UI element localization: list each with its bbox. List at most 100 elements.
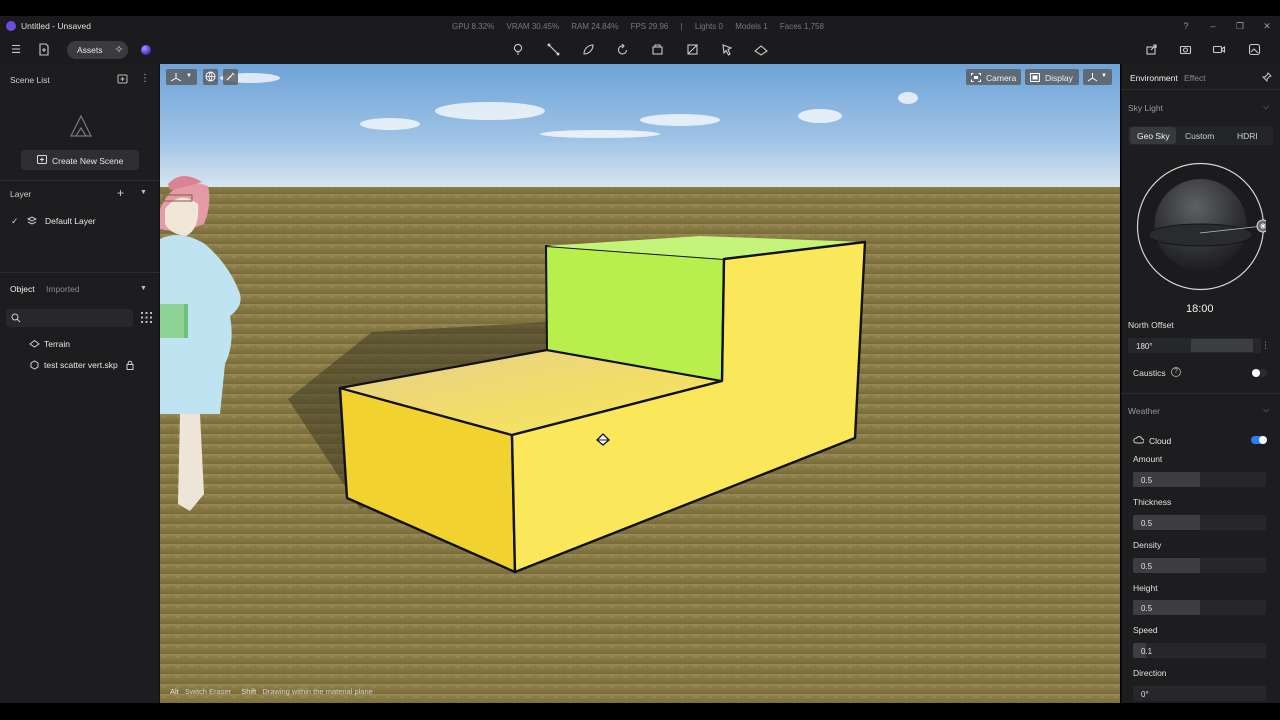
add-scene-icon[interactable] [117,74,128,84]
lightbulb-icon[interactable] [510,43,526,57]
menu-icon[interactable]: ☰ [8,43,24,57]
main-toolbar [0,36,1280,64]
object-filter-icon[interactable]: ▼ [140,285,147,292]
display-label: Display [1045,73,1073,83]
cloud-icon [1133,435,1145,444]
thickness-label: Thickness [1133,497,1172,507]
axis-icon [170,72,182,82]
viewport-scene [160,64,1120,703]
help-icon[interactable]: ? [1179,19,1193,33]
stats-divider: | [680,22,683,31]
close-icon[interactable]: ✕ [1260,19,1274,33]
layer-stack-icon [26,216,38,225]
ai-orb-icon[interactable] [141,45,151,55]
north-offset-label: North Offset [1128,320,1174,330]
camera-frame-icon [971,73,981,82]
cloud-label: Cloud [1149,436,1172,446]
letterbox-top [0,0,1280,16]
speed-label: Speed [1133,625,1158,635]
object-item-skp[interactable]: test scatter vert.skp [44,360,118,370]
gallery-icon[interactable] [1246,43,1262,57]
density-value: 0.5 [1141,562,1153,571]
divider [1121,89,1280,90]
hint-key-alt: Alt [170,687,179,696]
terrain-icon[interactable] [753,43,769,57]
sky-mode-geo-sky[interactable]: Geo Sky [1137,131,1170,141]
layer-filter-icon[interactable]: ▼ [140,189,147,196]
paint-icon[interactable] [580,43,596,57]
model-object-icon [29,360,40,370]
create-new-scene-label: Create New Scene [52,156,124,166]
tab-effect[interactable]: Effect [1184,73,1206,83]
tab-imported[interactable]: Imported [46,284,80,294]
3d-viewport[interactable] [160,64,1120,703]
create-scene-icon [37,155,47,164]
cloud-toggle-knob [1259,436,1267,444]
snap-icon [1087,72,1098,82]
north-offset-value: 180° [1136,342,1153,351]
tab-environment[interactable]: Environment [1130,73,1178,83]
share-icon[interactable] [1143,43,1159,57]
direction-label: Direction [1133,668,1167,678]
height-label: Height [1133,583,1158,593]
search-icon [11,313,21,323]
sun-position-dial[interactable] [1135,161,1270,292]
letterbox-bottom [0,703,1280,720]
north-offset-slider[interactable] [1191,339,1253,352]
layer-visible-check-icon[interactable]: ✓ [11,216,19,227]
scene-list-more-icon[interactable]: ⋮ [140,73,150,84]
chevron-down-icon[interactable]: ⌵ [1263,102,1269,112]
lock-icon[interactable] [126,360,134,370]
hint-text-eraser: Switch Eraser [184,687,232,696]
select-icon[interactable] [719,43,735,57]
minimize-icon[interactable]: – [1206,19,1220,33]
models-stat: Models 1 [735,22,768,31]
north-offset-more-icon[interactable]: ⋮ [1261,340,1270,351]
globe-icon [205,71,216,82]
video-icon[interactable] [1211,43,1227,57]
density-label: Density [1133,540,1162,550]
camera-icon[interactable] [1177,43,1193,57]
sun-time: 18:00 [1186,303,1214,315]
object-search-input[interactable] [6,309,133,327]
object-item-terrain[interactable]: Terrain [44,339,70,349]
display-icon [1030,73,1040,82]
divider [1121,393,1280,394]
default-layer-label[interactable]: Default Layer [45,216,96,226]
box-icon[interactable] [649,43,665,57]
grid-view-icon[interactable] [141,312,152,323]
import-file-icon[interactable] [36,43,52,57]
terrain-object-icon [29,339,40,348]
sparkle-icon[interactable]: ✧ [111,43,127,57]
viewport-hint: Alt Switch Eraser Shift Drawing within t… [170,687,373,696]
tab-object[interactable]: Object [10,284,35,294]
rotate-icon[interactable] [614,43,630,57]
sky-mode-custom[interactable]: Custom [1185,131,1214,141]
scene-list-title: Scene List [10,75,50,85]
direction-slider[interactable] [1133,686,1266,701]
chevron-down-icon: ▼ [186,73,192,79]
chevron-down-icon[interactable]: ⌵ [1263,405,1269,415]
divider [0,180,160,181]
weather-title: Weather [1128,406,1160,416]
assets-label: Assets [77,45,103,55]
pin-icon[interactable] [1261,72,1272,83]
caustics-help-icon[interactable]: ? [1171,367,1181,377]
faces-stat: Faces 1,758 [779,22,824,31]
maximize-icon[interactable]: ❐ [1233,19,1247,33]
fps-stat: FPS 29.96 [630,22,669,31]
amount-value: 0.5 [1141,476,1153,485]
speed-slider[interactable] [1133,643,1266,658]
add-layer-icon[interactable]: + [117,186,124,200]
hint-text-plane: Drawing within the material plane [262,687,373,696]
gpu-stat: GPU 8.32% [452,22,495,31]
amount-label: Amount [1133,454,1163,464]
divider [0,272,160,273]
camera-label: Camera [986,73,1017,83]
sky-mode-hdri[interactable]: HDRI [1237,131,1258,141]
section-icon[interactable] [684,43,700,57]
measure-icon[interactable] [545,43,561,57]
height-value: 0.5 [1141,604,1153,613]
empty-scene-mountain-icon [68,113,94,139]
app-logo-icon [6,21,16,31]
